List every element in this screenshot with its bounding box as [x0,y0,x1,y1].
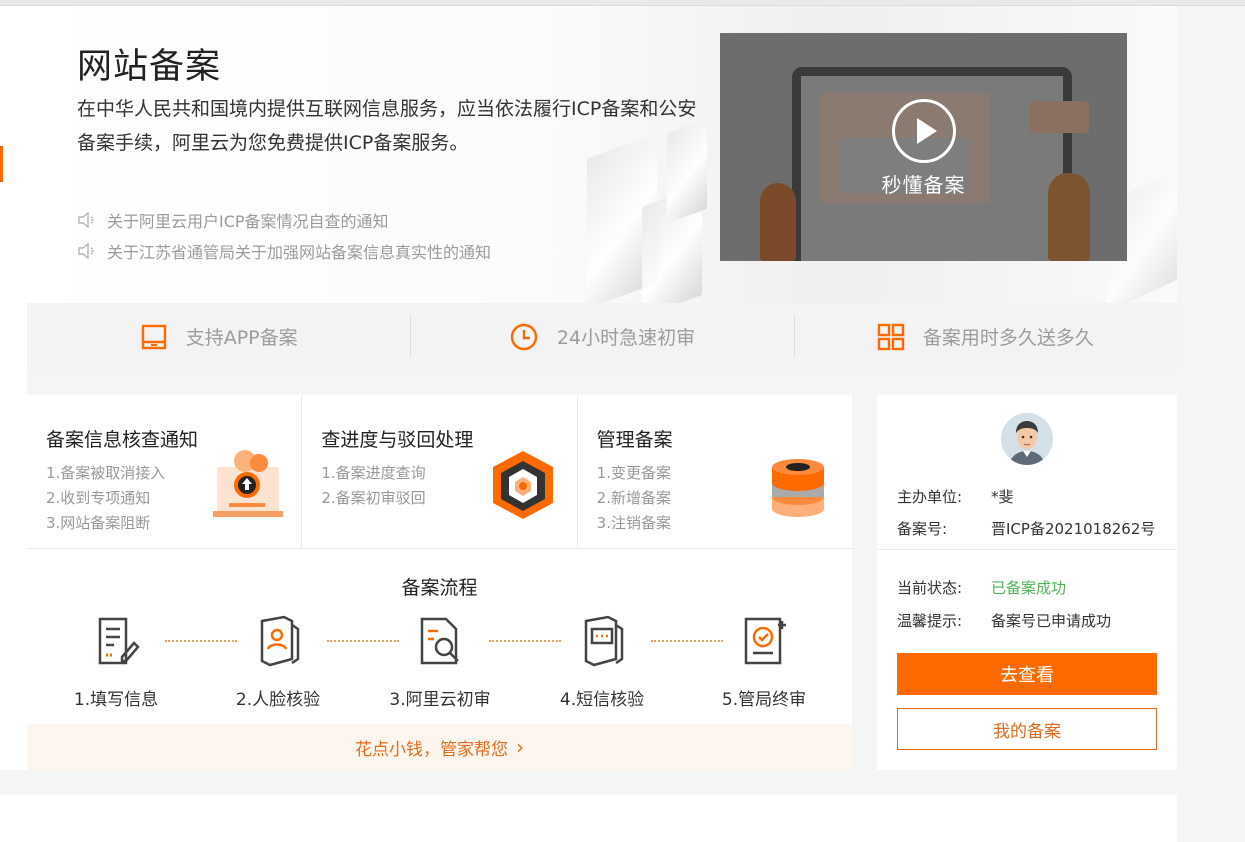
step-label: 3.阿里云初审 [389,690,491,710]
sponsor-label: 主办单位: [897,488,963,506]
avatar-icon [1001,413,1053,465]
feature-item: 24小时急速初审 [410,303,793,370]
account-record-card: 主办单位: *斐 备案号: 晋ICP备2021018262号 当前状态: 已备案… [877,395,1177,770]
database-icon [771,459,824,517]
service-panel: 备案信息核查通知 1.备案被取消接入 2.收到专项通知 3.网站备案阻断 查进度… [27,395,852,770]
form-edit-icon [98,617,140,665]
clock-icon [510,323,538,350]
card-manage-records[interactable]: 管理备案 1.变更备案 2.新增备案 3.注销备案 [576,395,852,548]
notice-text: 关于江苏省通管局关于加强网站备案信息真实性的通知 [107,242,492,262]
card-item[interactable]: 2.新增备案 [597,486,671,511]
card-items: 1.备案进度查询 2.备案初审驳回 [321,461,425,511]
feature-item: 备案用时多久送多久 [793,303,1177,370]
divider [877,549,1177,550]
flow-step[interactable]: 4.短信核验 [542,613,662,710]
promo-text: 花点小钱，管家帮您 [355,739,508,760]
status-row: 当前状态: 已备案成功 [897,577,1066,598]
my-records-button[interactable]: 我的备案 [897,708,1157,750]
card-record-check-notice[interactable]: 备案信息核查通知 1.备案被取消接入 2.收到专项通知 3.网站备案阻断 [27,395,301,548]
sidebar-active-marker[interactable] [0,146,3,182]
tip-label: 温馨提示: [897,612,963,630]
card-item[interactable]: 1.备案被取消接入 [46,461,165,486]
notice-text: 关于阿里云用户ICP备案情况自查的通知 [107,211,389,231]
tip-value: 备案号已申请成功 [991,612,1112,630]
grid-icon [877,323,905,350]
video-label: 秒懂备案 [881,173,966,197]
record-number-label: 备案号: [897,520,948,538]
tip-row: 温馨提示: 备案号已申请成功 [897,610,1111,631]
service-cards: 备案信息核查通知 1.备案被取消接入 2.收到专项通知 3.网站备案阻断 查进度… [27,395,852,549]
sponsor-value: *斐 [991,488,1014,506]
step-label: 5.管局终审 [721,690,807,710]
chevron-right-icon: › [516,735,524,759]
card-items: 1.备案被取消接入 2.收到专项通知 3.网站备案阻断 [46,461,165,536]
hero-description: 在中华人民共和国境内提供互联网信息服务，应当依法履行ICP备案和公安备案手续，阿… [77,98,697,154]
flow-step[interactable]: 1.填写信息 [56,613,176,710]
speaker-icon [78,242,94,259]
cube-icon [492,451,553,519]
document-search-icon [420,617,459,665]
left-sidebar-strip [0,6,27,770]
video-illustration [1029,101,1089,133]
content-section [0,795,1177,842]
card-item[interactable]: 1.变更备案 [597,461,671,486]
card-item[interactable]: 1.备案进度查询 [321,461,425,486]
card-item[interactable]: 3.注销备案 [597,511,671,536]
card-item[interactable]: 3.网站备案阻断 [46,511,165,536]
feature-label: 24小时急速初审 [556,327,696,349]
flow-step[interactable]: 5.管局终审 [704,613,824,710]
step-label: 2.人脸核验 [235,690,321,710]
card-title: 备案信息核查通知 [46,429,199,451]
certificate-icon [744,617,786,665]
upload-icon [213,450,284,517]
sms-verify-icon [584,615,624,667]
flow-title: 备案流程 [401,577,478,599]
butler-service-link[interactable]: 花点小钱，管家帮您 › [27,724,852,770]
card-items: 1.变更备案 2.新增备案 3.注销备案 [597,461,671,536]
flow-step[interactable]: 2.人脸核验 [218,613,338,710]
notice-item[interactable]: 关于阿里云用户ICP备案情况自查的通知 [77,204,491,235]
step-label: 1.填写信息 [73,690,159,710]
tablet-icon [141,324,166,349]
intro-video[interactable]: 秒懂备案 [720,33,1127,261]
card-title: 管理备案 [596,429,673,451]
card-progress-rejection[interactable]: 查进度与驳回处理 1.备案进度查询 2.备案初审驳回 [301,395,576,548]
feature-item: 支持APP备案 [27,303,410,370]
step-label: 4.短信核验 [559,690,645,710]
status-label: 当前状态: [897,579,963,597]
card-item[interactable]: 2.备案初审驳回 [321,486,425,511]
play-icon[interactable] [892,99,956,163]
feature-strip: 支持APP备案 24小时急速初审 备案用时多久送多久 [27,303,1177,370]
flow-steps: 1.填写信息 2.人脸核验 3.阿里云初审 4.短信核验 5.管局终审 [27,613,852,713]
speaker-icon [78,211,94,228]
notice-item[interactable]: 关于江苏省通管局关于加强网站备案信息真实性的通知 [77,235,491,266]
record-number-row: 备案号: 晋ICP备2021018262号 [897,518,1155,539]
card-title: 查进度与驳回处理 [321,429,474,451]
flow-step[interactable]: 3.阿里云初审 [380,613,500,710]
sponsor-row: 主办单位: *斐 [897,486,1014,507]
status-badge: 已备案成功 [991,579,1067,597]
card-item[interactable]: 2.收到专项通知 [46,486,165,511]
hero-banner: 网站备案 在中华人民共和国境内提供互联网信息服务，应当依法履行ICP备案和公安备… [27,6,1177,303]
feature-label: 备案用时多久送多久 [922,327,1094,349]
notice-list: 关于阿里云用户ICP备案情况自查的通知 关于江苏省通管局关于加强网站备案信息真实… [77,204,491,266]
view-button[interactable]: 去查看 [897,653,1157,695]
record-number-value: 晋ICP备2021018262号 [991,520,1156,538]
avatar [1001,413,1053,465]
feature-label: 支持APP备案 [185,327,298,349]
page-title: 网站备案 [77,47,222,87]
face-verify-icon [260,615,300,667]
